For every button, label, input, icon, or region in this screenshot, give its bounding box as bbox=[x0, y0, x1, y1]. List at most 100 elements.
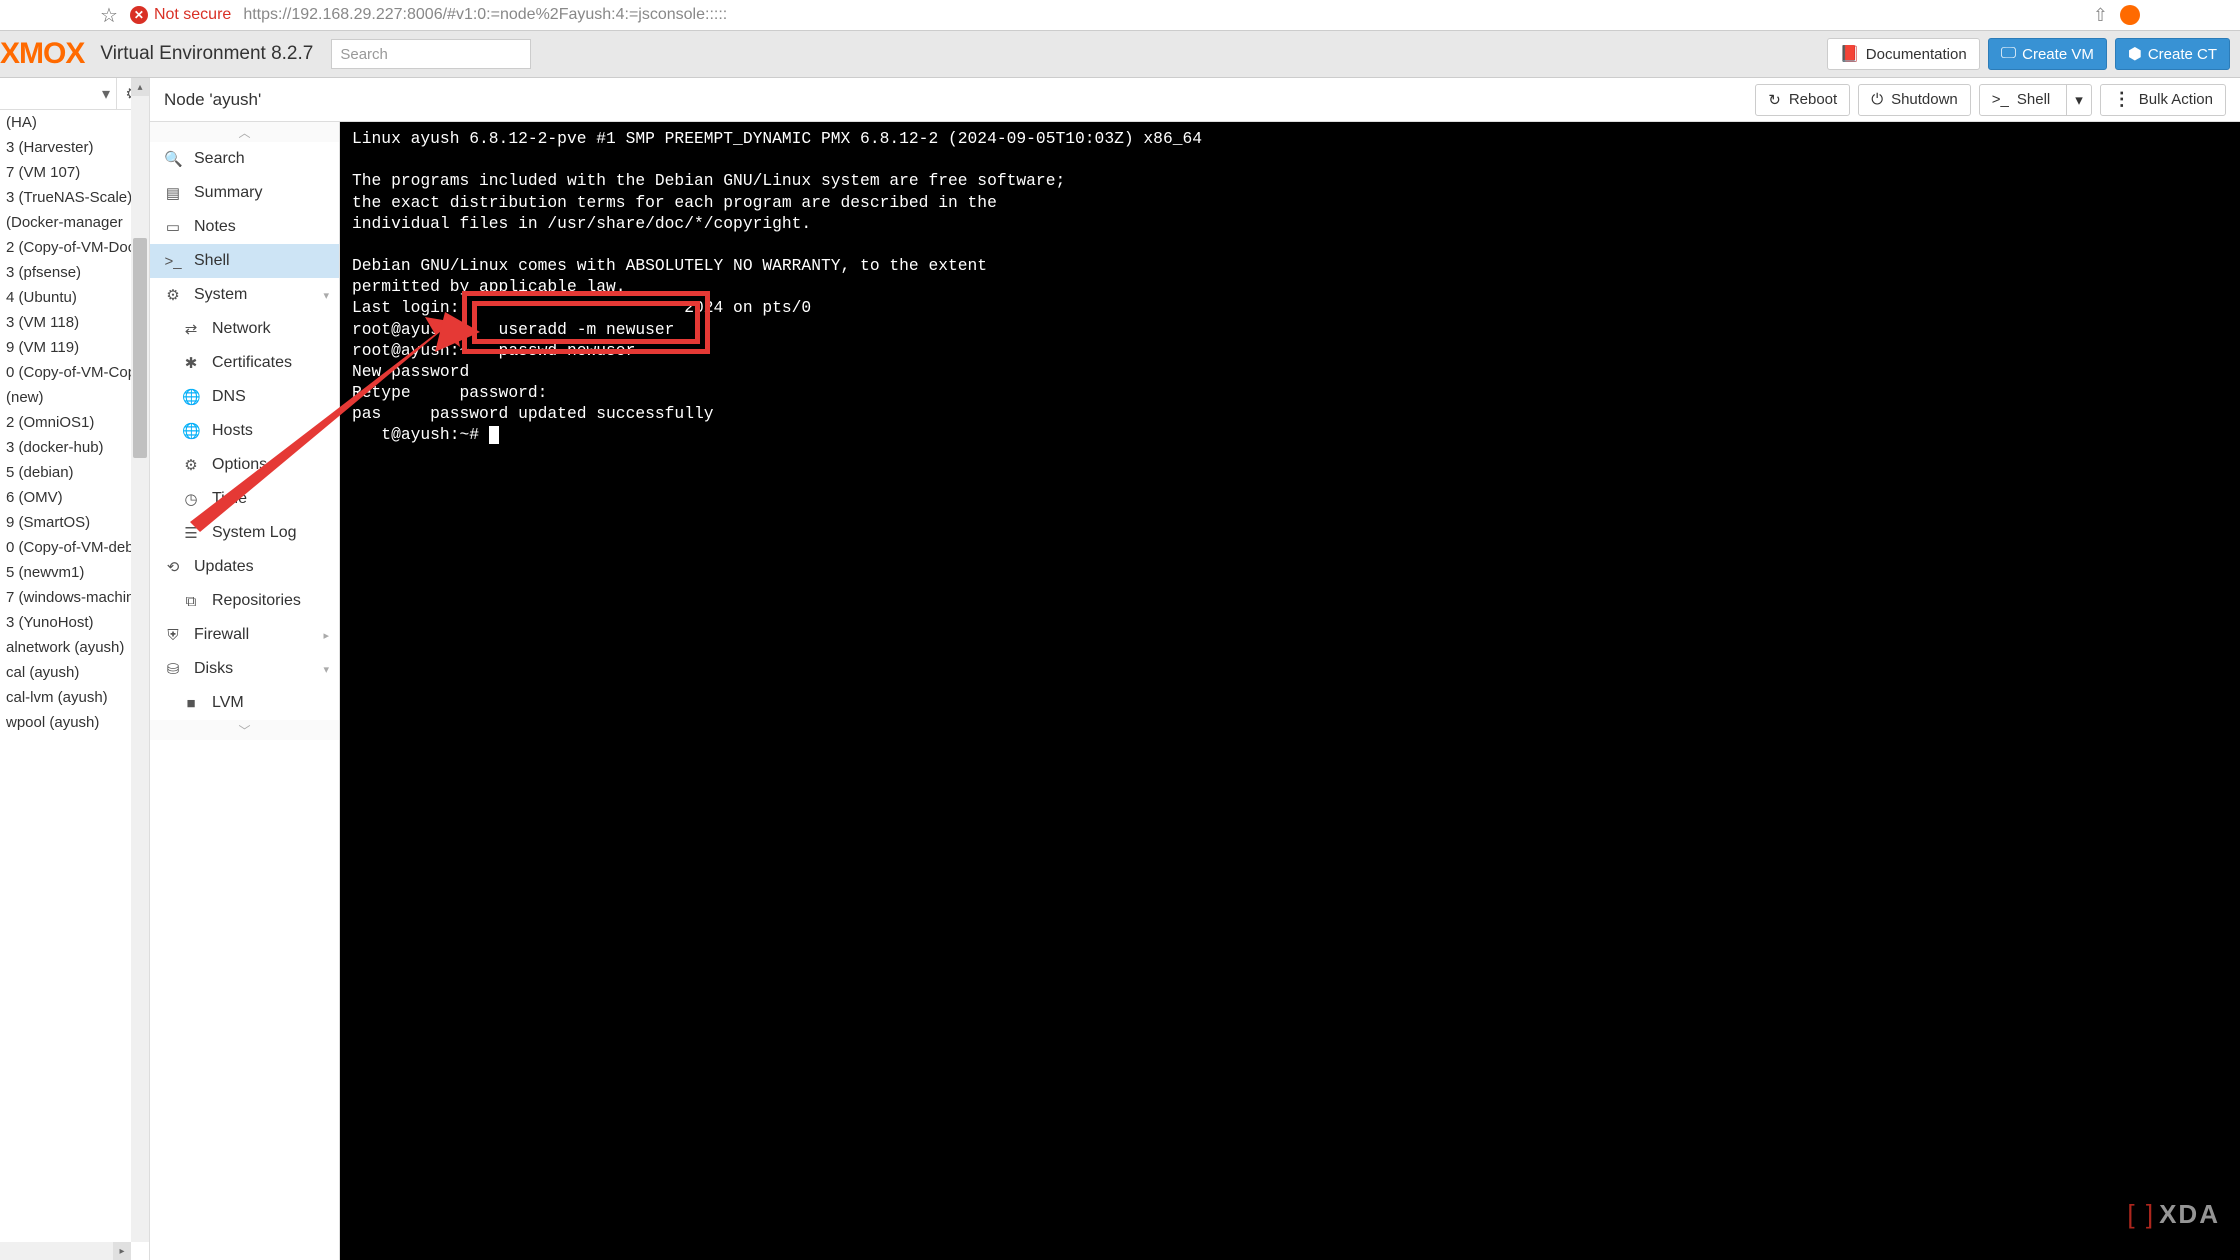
nav-options[interactable]: ⚙ Options bbox=[150, 448, 339, 482]
tree-item[interactable]: (Docker-manager bbox=[0, 210, 149, 235]
collapse-down-button[interactable]: ﹀ bbox=[150, 720, 339, 740]
tree-item[interactable]: 2 (Copy-of-VM-Doc bbox=[0, 235, 149, 260]
nav-network[interactable]: ⇄ Network bbox=[150, 312, 339, 346]
scroll-right-button[interactable]: ▸ bbox=[113, 1242, 131, 1260]
proxmox-logo[interactable]: XMOX bbox=[0, 37, 84, 71]
nav-shell[interactable]: >_ Shell bbox=[150, 244, 339, 278]
chevron-down-icon: ▾ bbox=[323, 289, 329, 302]
share-icon[interactable]: ⇧ bbox=[2093, 5, 2108, 26]
tree-item[interactable]: 5 (newvm1) bbox=[0, 560, 149, 585]
tree-item[interactable]: 7 (VM 107) bbox=[0, 160, 149, 185]
nav-system-label: System bbox=[194, 286, 247, 304]
resource-tree[interactable]: (HA)3 (Harvester)7 (VM 107)3 (TrueNAS-Sc… bbox=[0, 110, 149, 1260]
url-text[interactable]: https://192.168.29.227:8006/#v1:0:=node%… bbox=[243, 6, 727, 24]
shield-icon: ⛨ bbox=[164, 627, 182, 644]
warning-icon: ✕ bbox=[130, 6, 148, 24]
tree-item[interactable]: (HA) bbox=[0, 110, 149, 135]
view-dropdown[interactable]: ▾ bbox=[0, 78, 117, 109]
tree-item[interactable]: 0 (Copy-of-VM-Cop bbox=[0, 360, 149, 385]
search-placeholder: Search bbox=[340, 46, 388, 63]
chevron-right-icon: ▸ bbox=[323, 629, 329, 642]
tree-item[interactable]: 7 (windows-machin bbox=[0, 585, 149, 610]
nav-notes-label: Notes bbox=[194, 218, 236, 236]
nav-syslog[interactable]: ☰ System Log bbox=[150, 516, 339, 550]
tree-item[interactable]: 4 (Ubuntu) bbox=[0, 285, 149, 310]
bookmark-icon[interactable]: ☆ bbox=[100, 3, 118, 28]
nav-summary[interactable]: ▤ Summary bbox=[150, 176, 339, 210]
documentation-button[interactable]: 📕 Documentation bbox=[1827, 38, 1980, 70]
nav-shell-label: Shell bbox=[194, 252, 230, 270]
nav-firewall[interactable]: ⛨ Firewall ▸ bbox=[150, 618, 339, 652]
scrollbar-thumb[interactable] bbox=[133, 238, 147, 458]
nav-hosts[interactable]: 🌐 Hosts bbox=[150, 414, 339, 448]
nav-repositories[interactable]: ⧉ Repositories bbox=[150, 584, 339, 618]
tree-item[interactable]: 3 (TrueNAS-Scale) bbox=[0, 185, 149, 210]
nav-search-label: Search bbox=[194, 150, 245, 168]
kebab-icon: ⋮ bbox=[2113, 89, 2131, 110]
tree-item[interactable]: alnetwork (ayush) bbox=[0, 635, 149, 660]
nav-certificates[interactable]: ✱ Certificates bbox=[150, 346, 339, 380]
nav-hosts-label: Hosts bbox=[212, 422, 253, 440]
shutdown-button[interactable]: ⏻ Shutdown bbox=[1858, 84, 1971, 116]
node-title: Node 'ayush' bbox=[164, 90, 1747, 110]
tree-item[interactable]: 0 (Copy-of-VM-deb bbox=[0, 535, 149, 560]
book-icon: ▤ bbox=[164, 184, 182, 202]
content-header: Node 'ayush' ↻ Reboot ⏻ Shutdown >_ Shel… bbox=[150, 78, 2240, 122]
tree-item[interactable]: cal (ayush) bbox=[0, 660, 149, 685]
version-label: Virtual Environment 8.2.7 bbox=[100, 43, 313, 65]
search-input[interactable]: Search bbox=[331, 39, 531, 69]
nav-updates[interactable]: ⟲ Updates bbox=[150, 550, 339, 584]
nav-lvm[interactable]: ■ LVM bbox=[150, 686, 339, 720]
nav-options-label: Options bbox=[212, 456, 267, 474]
shell-button[interactable]: >_ Shell ▾ bbox=[1979, 84, 2092, 116]
reboot-button[interactable]: ↻ Reboot bbox=[1755, 84, 1850, 116]
nav-time[interactable]: ◷ Time bbox=[150, 482, 339, 516]
files-icon: ⧉ bbox=[182, 593, 200, 610]
tree-item[interactable]: 9 (SmartOS) bbox=[0, 510, 149, 535]
vertical-scrollbar[interactable]: ▴ bbox=[131, 78, 149, 1242]
nav-disks[interactable]: ⛁ Disks ▾ bbox=[150, 652, 339, 686]
tree-item[interactable]: wpool (ayush) bbox=[0, 710, 149, 735]
nav-notes[interactable]: ▭ Notes bbox=[150, 210, 339, 244]
nav-dns-label: DNS bbox=[212, 388, 246, 406]
create-vm-button[interactable]: 🖵 Create VM bbox=[1988, 38, 2107, 70]
tree-item[interactable]: 3 (VM 118) bbox=[0, 310, 149, 335]
terminal-container: Linux ayush 6.8.12-2-pve #1 SMP PREEMPT_… bbox=[340, 122, 2240, 1260]
collapse-up-button[interactable]: ︿ bbox=[150, 122, 339, 142]
nav-system[interactable]: ⚙ System ▾ bbox=[150, 278, 339, 312]
notes-icon: ▭ bbox=[164, 218, 182, 236]
tree-item[interactable]: (new) bbox=[0, 385, 149, 410]
nav-dns[interactable]: 🌐 DNS bbox=[150, 380, 339, 414]
browser-address-bar: ☆ ✕ Not secure https://192.168.29.227:80… bbox=[0, 0, 2240, 30]
power-icon: ⏻ bbox=[1871, 91, 1883, 108]
globe-icon: 🌐 bbox=[182, 388, 200, 406]
bulk-actions-button[interactable]: ⋮ Bulk Action bbox=[2100, 84, 2226, 116]
tree-item[interactable]: 3 (pfsense) bbox=[0, 260, 149, 285]
disk-icon: ⛁ bbox=[164, 660, 182, 678]
clock-icon: ◷ bbox=[182, 490, 200, 508]
shell-dropdown-arrow[interactable]: ▾ bbox=[2066, 85, 2091, 115]
gear-icon: ⚙ bbox=[182, 456, 200, 474]
not-secure-indicator[interactable]: ✕ Not secure bbox=[130, 6, 231, 24]
bracket-icon: [ ] bbox=[2127, 1199, 2155, 1230]
refresh-icon: ⟲ bbox=[164, 558, 182, 576]
horizontal-scrollbar[interactable]: ▸ bbox=[0, 1242, 131, 1260]
nav-search[interactable]: 🔍 Search bbox=[150, 142, 339, 176]
tree-item[interactable]: cal-lvm (ayush) bbox=[0, 685, 149, 710]
reboot-icon: ↻ bbox=[1768, 91, 1781, 109]
xda-watermark: [ ] XDA bbox=[2127, 1199, 2220, 1230]
tree-item[interactable]: 3 (Harvester) bbox=[0, 135, 149, 160]
tree-item[interactable]: 2 (OmniOS1) bbox=[0, 410, 149, 435]
create-ct-button[interactable]: ⬢ Create CT bbox=[2115, 38, 2230, 70]
logo-text: XMOX bbox=[0, 37, 84, 71]
nav-repositories-label: Repositories bbox=[212, 592, 301, 610]
tree-item[interactable]: 9 (VM 119) bbox=[0, 335, 149, 360]
tree-item[interactable]: 5 (debian) bbox=[0, 460, 149, 485]
brave-shield-icon[interactable] bbox=[2120, 5, 2140, 25]
tree-item[interactable]: 6 (OMV) bbox=[0, 485, 149, 510]
book-icon: 📕 bbox=[1840, 44, 1860, 64]
tree-item[interactable]: 3 (YunoHost) bbox=[0, 610, 149, 635]
terminal[interactable]: Linux ayush 6.8.12-2-pve #1 SMP PREEMPT_… bbox=[340, 122, 2240, 1260]
scroll-up-button[interactable]: ▴ bbox=[131, 78, 149, 96]
tree-item[interactable]: 3 (docker-hub) bbox=[0, 435, 149, 460]
